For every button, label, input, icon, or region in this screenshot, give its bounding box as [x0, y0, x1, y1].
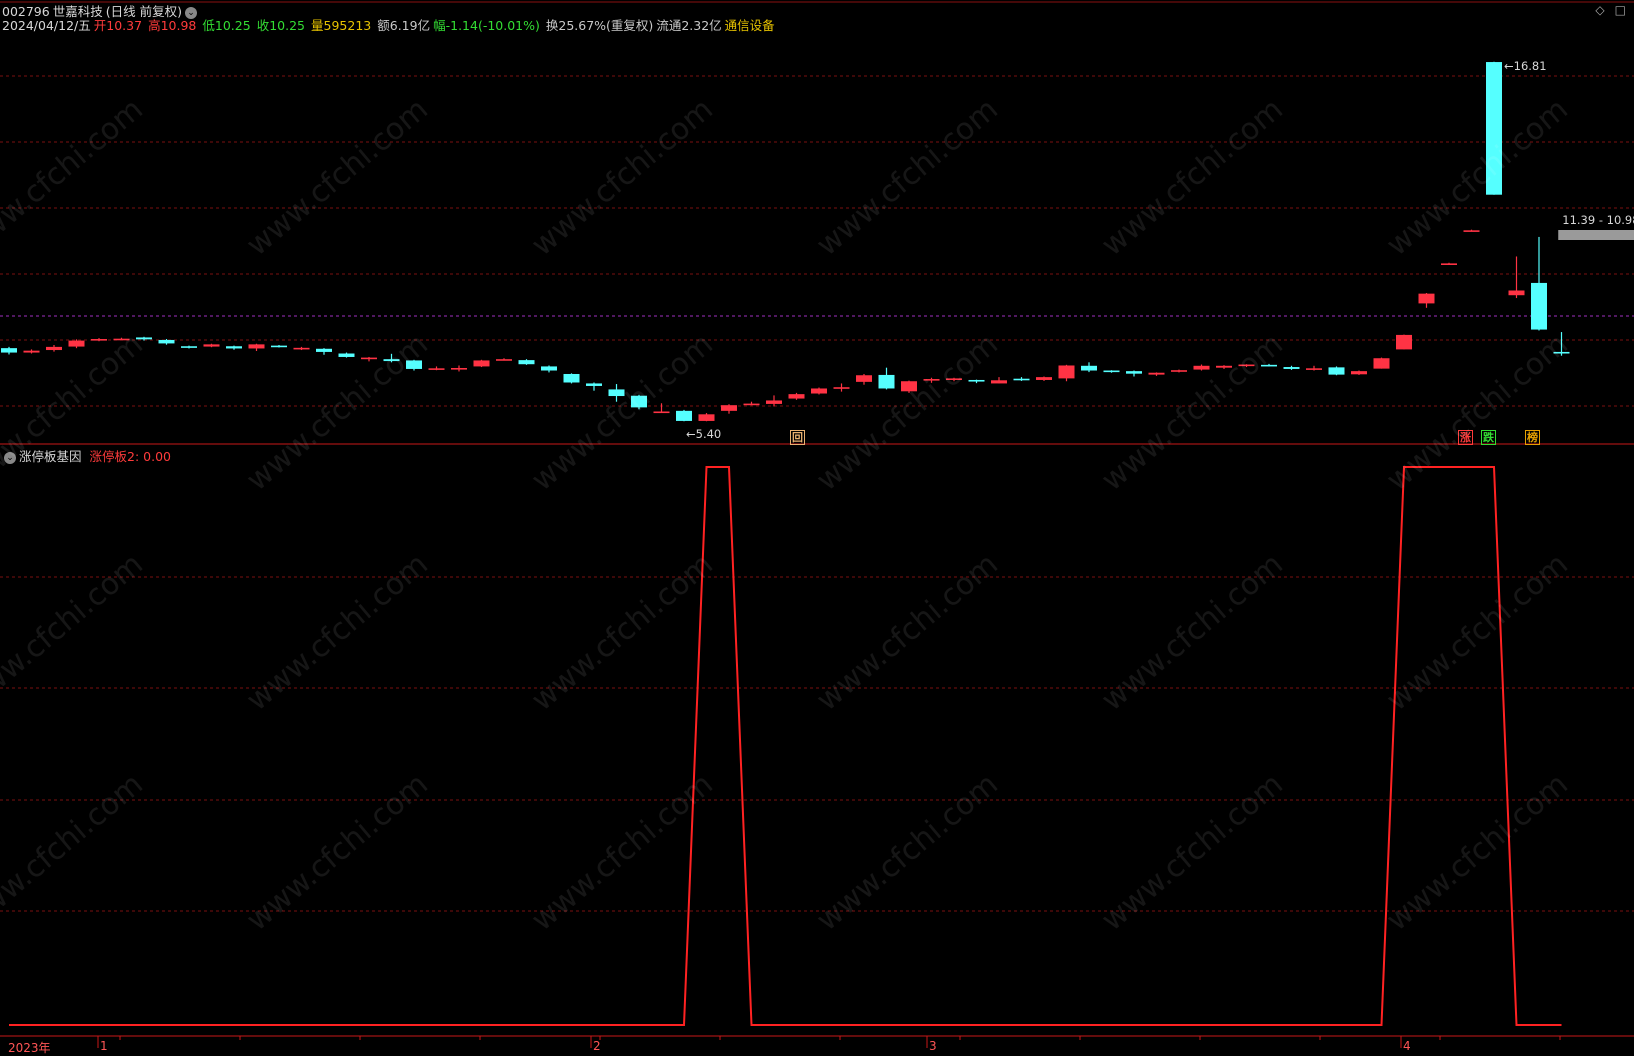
candle-body	[1463, 230, 1480, 232]
price-range-band	[1558, 230, 1634, 240]
candle-body	[473, 360, 490, 367]
candle-body	[1531, 282, 1547, 330]
candle-body	[496, 359, 512, 361]
candle-body	[856, 375, 872, 382]
candle-body	[788, 394, 805, 399]
candle-body	[1373, 358, 1390, 369]
candle-body	[158, 339, 175, 344]
candle-body	[68, 340, 85, 347]
candle-body	[316, 348, 332, 352]
indicator-line	[9, 466, 1562, 1026]
candle-body	[541, 366, 557, 371]
review-mark[interactable]: 回	[790, 430, 805, 445]
candle-body	[226, 346, 242, 349]
x-axis-label: 2	[593, 1039, 601, 1053]
candle-body	[1328, 367, 1345, 375]
candle-body	[811, 388, 827, 394]
x-axis-label: 4	[1403, 1039, 1411, 1053]
x-axis-label: 2023年	[8, 1041, 51, 1055]
x-axis-label: 1	[100, 1039, 108, 1053]
candle-body	[833, 387, 850, 389]
candle-body	[586, 383, 602, 386]
candle-body	[721, 405, 737, 411]
indicator-name[interactable]: 涨停板基因	[19, 449, 82, 464]
candle-body	[743, 403, 760, 406]
candle-body	[878, 374, 895, 389]
candle-body	[271, 345, 287, 348]
candle-body	[1126, 371, 1142, 374]
indicator-title-bar: ⌄ 涨停板基因 涨停板2: 0.00	[4, 446, 171, 465]
candle-body	[608, 389, 625, 397]
candle-body	[1238, 364, 1255, 367]
candle-body	[293, 347, 310, 350]
candle-body	[406, 360, 422, 369]
candle-body	[946, 378, 962, 380]
candle-body	[1418, 293, 1435, 304]
candle-body	[91, 339, 107, 341]
candle-body	[676, 410, 692, 421]
candle-body	[1216, 365, 1232, 368]
candle-body	[451, 367, 467, 370]
candle-body	[518, 360, 535, 365]
candle-body	[991, 380, 1007, 384]
limit-up-mark[interactable]: 涨	[1458, 430, 1473, 445]
candle-body	[1441, 263, 1457, 265]
candle-body	[1103, 370, 1120, 373]
candle-body	[23, 350, 40, 353]
candle-body	[1351, 371, 1367, 375]
candle-body	[1306, 368, 1322, 370]
chart-canvas[interactable]	[0, 0, 1634, 1052]
candle-body	[901, 381, 917, 392]
candle-body	[203, 344, 220, 347]
candle-body	[1, 348, 17, 353]
candle-body	[1171, 370, 1187, 372]
candle-body	[383, 359, 400, 362]
candle-body	[248, 344, 265, 349]
price-range-label: 11.39 - 10.98	[1562, 213, 1634, 227]
candle-body	[1261, 364, 1277, 367]
x-axis-label: 3	[929, 1039, 937, 1053]
candle-body	[631, 395, 647, 408]
candle-body	[968, 379, 985, 382]
candle-body	[1036, 377, 1052, 380]
candle-body	[338, 353, 355, 357]
candle-body	[428, 368, 445, 370]
candle-body	[1193, 365, 1210, 370]
candle-body	[1486, 62, 1502, 195]
candle-body	[563, 373, 580, 383]
high-price-marker: ←16.81	[1504, 58, 1547, 73]
candle-body	[1553, 351, 1570, 354]
limit-down-mark[interactable]: 跌	[1481, 430, 1496, 445]
candle-body	[181, 346, 197, 348]
candle-body	[1508, 290, 1525, 296]
candle-body	[1058, 365, 1075, 379]
candle-body	[698, 414, 715, 421]
candle-body	[766, 400, 782, 404]
low-price-marker: ←5.40	[686, 427, 722, 442]
candle-body	[653, 411, 670, 414]
candle-body	[46, 346, 62, 351]
chevron-down-icon[interactable]: ⌄	[4, 451, 16, 464]
candle-body	[113, 338, 130, 341]
dragon-tiger-list-mark[interactable]: 榜	[1525, 430, 1540, 445]
candle-body	[1283, 367, 1300, 369]
indicator-value: 涨停板2: 0.00	[89, 449, 171, 464]
candle-body	[136, 337, 152, 340]
candle-body	[1013, 378, 1030, 381]
candle-body	[1396, 334, 1412, 350]
candle-body	[361, 357, 377, 360]
candle-body	[1148, 372, 1165, 375]
candle-body	[1081, 365, 1097, 371]
candle-body	[923, 379, 940, 381]
